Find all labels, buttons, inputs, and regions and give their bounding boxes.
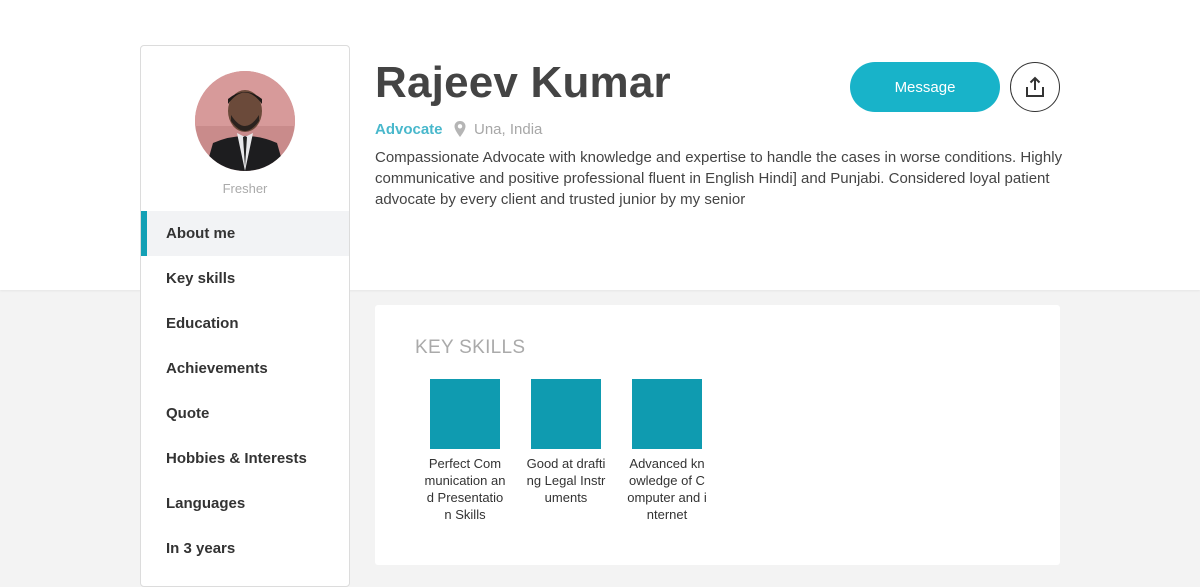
skill-label: Advanced knowledge of Computer and inter… <box>627 456 707 522</box>
profile-role[interactable]: Advocate <box>375 121 443 138</box>
skill-icon <box>531 379 601 449</box>
sidebar-item-quote[interactable]: Quote <box>141 391 349 436</box>
share-icon <box>1026 76 1044 97</box>
profile-location: Una, India <box>474 121 543 138</box>
share-button[interactable] <box>1010 62 1060 112</box>
sidebar-item-languages[interactable]: Languages <box>141 481 349 526</box>
sidebar-item-about-me[interactable]: About me <box>141 211 349 256</box>
status-caption: Fresher <box>222 181 268 196</box>
sidebar-item-education[interactable]: Education <box>141 301 349 346</box>
skill-item: Advanced knowledge of Computer and inter… <box>624 379 710 523</box>
profile-name: Rajeev Kumar <box>375 58 671 107</box>
key-skills-card: KEY SKILLS Perfect Communication and Pre… <box>375 305 1060 565</box>
skill-label: Perfect Communication and Presentation S… <box>424 456 506 522</box>
sidebar-item-key-skills[interactable]: Key skills <box>141 256 349 301</box>
skill-label: Good at drafting Legal Instruments <box>526 456 606 505</box>
skill-icon <box>632 379 702 449</box>
sidebar-item-in-3-years[interactable]: In 3 years <box>141 526 349 571</box>
message-button[interactable]: Message <box>850 62 1000 112</box>
sidebar-item-achievements[interactable]: Achievements <box>141 346 349 391</box>
section-title: KEY SKILLS <box>415 337 526 358</box>
profile-sidebar: Fresher About me Key skills Education Ac… <box>140 45 350 587</box>
skill-icon <box>430 379 500 449</box>
avatar <box>195 71 295 171</box>
map-pin-icon <box>454 121 466 137</box>
skill-item: Good at drafting Legal Instruments <box>523 379 609 506</box>
profile-bio: Compassionate Advocate with knowledge an… <box>375 149 1063 208</box>
skill-item: Perfect Communication and Presentation S… <box>422 379 508 523</box>
sidebar-nav: About me Key skills Education Achievemen… <box>141 211 349 571</box>
sidebar-item-hobbies[interactable]: Hobbies & Interests <box>141 436 349 481</box>
